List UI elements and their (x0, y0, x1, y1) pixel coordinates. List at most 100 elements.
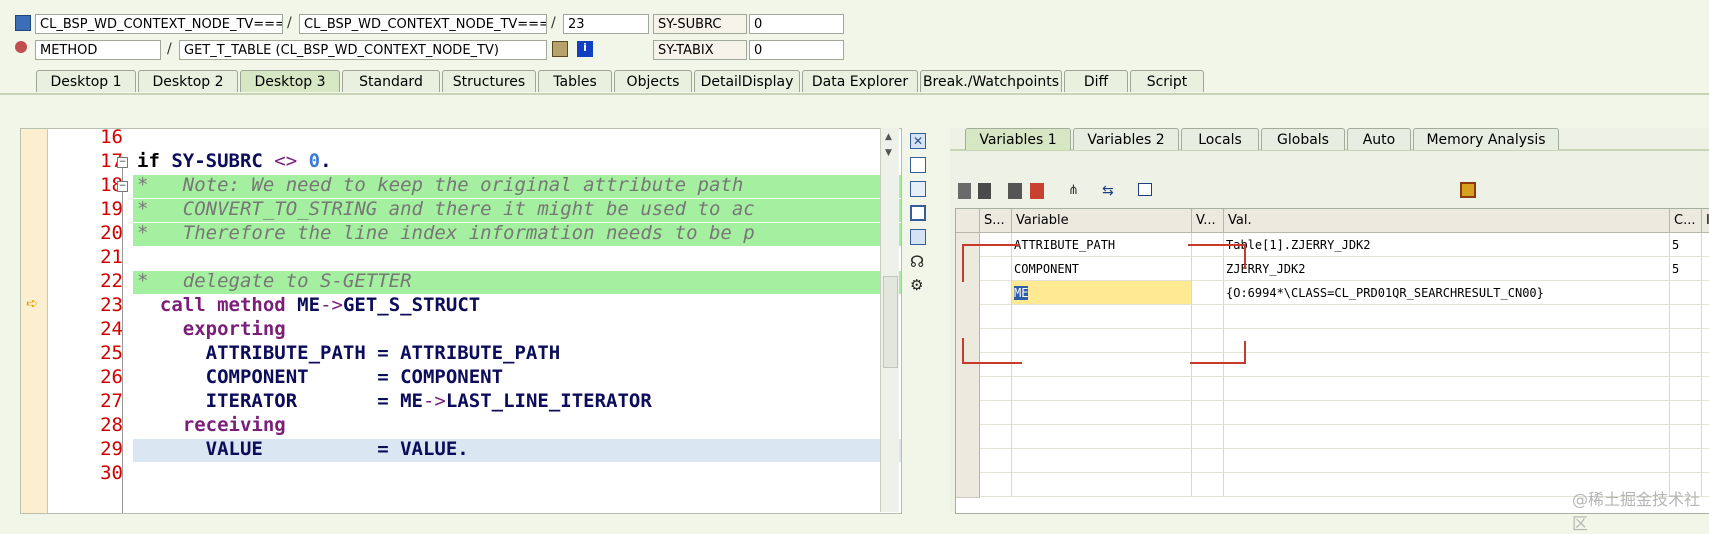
cell-value[interactable] (1224, 449, 1670, 473)
load-variables-icon[interactable] (1030, 183, 1044, 199)
settings-icon[interactable]: ⚙ (910, 276, 923, 294)
code-line[interactable]: COMPONENT = COMPONENT (137, 365, 503, 389)
cell-variable[interactable] (1012, 353, 1192, 377)
scroll-up-arrow[interactable]: ▲ (885, 132, 892, 142)
row-selector[interactable] (956, 257, 980, 282)
tab-structures[interactable]: Structures (442, 70, 536, 92)
var-tab-globals[interactable]: Globals (1261, 128, 1345, 150)
tab-standard[interactable]: Standard (342, 70, 440, 92)
source-code-editor[interactable]: 16 17 if SY-SUBRC <> 0. −18 * Note: We need … (20, 128, 902, 514)
cell-value[interactable] (1224, 353, 1670, 377)
var-tab-auto[interactable]: Auto (1347, 128, 1411, 150)
swap-icon[interactable] (910, 181, 926, 197)
save-icon[interactable] (1460, 182, 1476, 198)
headset-icon[interactable]: ☊ (910, 252, 924, 271)
code-line[interactable]: call method ME->GET_S_STRUCT (137, 293, 480, 317)
cell-value[interactable] (1224, 377, 1670, 401)
col-header-h[interactable]: I (1702, 209, 1709, 233)
tab-detaildisplay[interactable]: DetailDisplay (694, 70, 800, 92)
tab-objects[interactable]: Objects (614, 70, 692, 92)
code-line[interactable]: * Therefore the line index information n… (137, 221, 755, 245)
row-selector[interactable] (956, 305, 980, 330)
row-selector[interactable] (956, 377, 980, 402)
col-header-variable[interactable]: Variable (1012, 209, 1192, 233)
code-line[interactable]: ATTRIBUTE_PATH = ATTRIBUTE_PATH (137, 341, 561, 365)
event-type-field[interactable]: METHOD (35, 40, 161, 60)
cell-variable[interactable]: COMPONENT (1012, 257, 1192, 281)
tree-icon[interactable] (1138, 183, 1152, 196)
subrc-value[interactable]: 0 (749, 14, 844, 34)
delete-all-icon[interactable] (978, 183, 991, 199)
display-source-icon[interactable] (552, 41, 568, 57)
maximize-icon[interactable] (910, 205, 926, 221)
code-line[interactable]: ITERATOR = ME->LAST_LINE_ITERATOR (137, 389, 652, 413)
cell-variable[interactable] (1012, 329, 1192, 353)
col-header-c[interactable]: C... (1670, 209, 1702, 233)
row-selector[interactable] (956, 329, 980, 354)
tab-data-explorer[interactable]: Data Explorer (802, 70, 918, 92)
cell-variable[interactable]: ME (1012, 281, 1192, 305)
cell-variable[interactable]: ATTRIBUTE_PATH (1012, 233, 1192, 257)
tab-desktop-3[interactable]: Desktop 3 (240, 70, 340, 92)
cell-value[interactable]: ZJERRY_JDK2 (1224, 257, 1670, 281)
row-selector[interactable] (956, 401, 980, 426)
row-selector[interactable] (956, 425, 980, 450)
var-tab-memory-analysis[interactable]: Memory Analysis (1413, 128, 1559, 150)
scroll-thumb[interactable] (883, 276, 898, 368)
col-header-status[interactable]: S... (980, 209, 1012, 233)
row-selector[interactable] (956, 281, 980, 306)
include-field[interactable]: CL_BSP_WD_CONTEXT_NODE_TV====... (299, 14, 547, 34)
col-header-v[interactable]: V... (1192, 209, 1224, 233)
cell-value[interactable]: {O:6994*\CLASS=CL_PRD01QR_SEARCHRESULT_C… (1224, 281, 1670, 305)
tab-tables[interactable]: Tables (538, 70, 612, 92)
new-window-icon[interactable] (910, 157, 926, 173)
cell-variable[interactable] (1012, 425, 1192, 449)
cell-value[interactable] (1224, 401, 1670, 425)
cell-variable[interactable] (1012, 473, 1192, 497)
var-tab-locals[interactable]: Locals (1181, 128, 1259, 150)
code-line[interactable]: VALUE = VALUE. (137, 437, 469, 461)
cell-value[interactable] (1224, 425, 1670, 449)
cell-variable[interactable] (1012, 401, 1192, 425)
var-tab-variables-2[interactable]: Variables 2 (1073, 128, 1179, 150)
editor-scrollbar[interactable]: ▲ ▼ (880, 128, 899, 512)
cell-variable[interactable] (1012, 305, 1192, 329)
cell-value[interactable]: Table[1].ZJERRY_JDK2 (1224, 233, 1670, 257)
row-selector[interactable] (956, 353, 980, 378)
code-line[interactable]: * delegate to S-GETTER (137, 269, 412, 293)
breakpoint-gutter[interactable] (21, 129, 48, 513)
code-line[interactable]: if SY-SUBRC <> 0. (137, 149, 332, 173)
fit-width-icon[interactable] (910, 229, 926, 245)
cell-value[interactable] (1224, 305, 1670, 329)
row-selector[interactable] (956, 449, 980, 474)
navigate-icon[interactable]: ⇆ (1102, 183, 1118, 199)
hierarchy-icon[interactable]: ⋔ (1068, 183, 1084, 199)
fold-toggle-icon[interactable]: − (117, 157, 128, 168)
line-number-field[interactable]: 23 (563, 14, 649, 34)
variables-grid[interactable]: S... Variable V... Val. C... I ATTRIBUTE… (955, 208, 1709, 514)
cell-variable[interactable] (1012, 377, 1192, 401)
tab-diff[interactable]: Diff (1064, 70, 1128, 92)
cell-value[interactable] (1224, 329, 1670, 353)
tab-desktop-2[interactable]: Desktop 2 (138, 70, 238, 92)
tab-break-watchpoints[interactable]: Break./Watchpoints (920, 70, 1062, 92)
code-line[interactable]: exporting (137, 317, 286, 341)
program-field[interactable]: CL_BSP_WD_CONTEXT_NODE_TV====... (35, 14, 283, 34)
tab-desktop-1[interactable]: Desktop 1 (36, 70, 136, 92)
scroll-down-arrow[interactable]: ▼ (885, 148, 892, 158)
code-line[interactable]: receiving (137, 413, 286, 437)
code-line[interactable]: * CONVERT_TO_STRING and there it might b… (137, 197, 755, 221)
info-icon[interactable]: i (577, 41, 593, 57)
code-line[interactable]: * Note: We need to keep the original att… (137, 173, 743, 197)
tabix-value[interactable]: 0 (749, 40, 844, 60)
col-header-value[interactable]: Val. (1224, 209, 1670, 233)
cell-variable[interactable] (1012, 449, 1192, 473)
delete-icon[interactable] (958, 183, 971, 199)
var-tab-variables-1[interactable]: Variables 1 (965, 128, 1071, 150)
tab-script[interactable]: Script (1130, 70, 1204, 92)
close-icon[interactable]: ✕ (910, 133, 926, 149)
event-name-field[interactable]: GET_T_TABLE (CL_BSP_WD_CONTEXT_NODE_TV) (179, 40, 547, 60)
row-selector[interactable] (956, 473, 980, 498)
save-variables-icon[interactable] (1008, 183, 1022, 199)
fold-toggle-icon[interactable]: − (117, 181, 128, 192)
